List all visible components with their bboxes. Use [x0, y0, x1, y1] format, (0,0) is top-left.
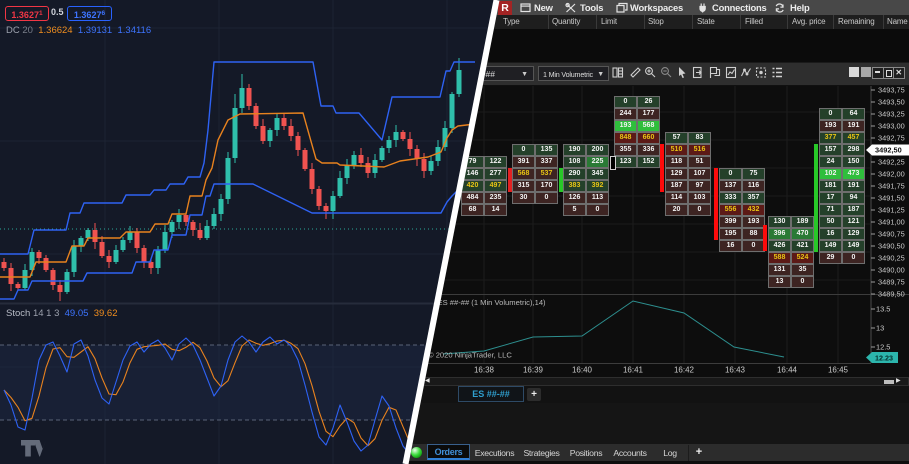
svg-text:16:41: 16:41 [623, 366, 644, 375]
svg-text:3492,50: 3492,50 [875, 146, 902, 155]
svg-text:3493,50: 3493,50 [878, 98, 905, 107]
svg-text:DX|ES ##-## (1 Min Volumetric): DX|ES ##-## (1 Min Volumetric),14) [425, 298, 546, 307]
svg-text:3490,00: 3490,00 [878, 266, 905, 275]
svg-text:16:39: 16:39 [523, 366, 544, 375]
svg-text:© 2020 NinjaTrader, LLC: © 2020 NinjaTrader, LLC [428, 351, 512, 360]
svg-text:16:38: 16:38 [474, 366, 495, 375]
svg-text:3493,00: 3493,00 [878, 122, 905, 131]
svg-text:12.5: 12.5 [876, 343, 890, 352]
svg-text:16:45: 16:45 [828, 366, 849, 375]
svg-text:3491,75: 3491,75 [878, 182, 905, 191]
svg-text:16:43: 16:43 [725, 366, 746, 375]
svg-text:3490,50: 3490,50 [878, 242, 905, 251]
svg-text:3490,25: 3490,25 [878, 254, 905, 263]
svg-text:3490,75: 3490,75 [878, 230, 905, 239]
svg-text:16:42: 16:42 [674, 366, 695, 375]
svg-text:3491,25: 3491,25 [878, 206, 905, 215]
svg-text:3492,75: 3492,75 [878, 134, 905, 143]
svg-text:3492,25: 3492,25 [878, 158, 905, 167]
svg-text:3491,00: 3491,00 [878, 218, 905, 227]
svg-text:12.23: 12.23 [875, 353, 893, 362]
svg-text:3493,75: 3493,75 [878, 86, 905, 95]
svg-text:3489,75: 3489,75 [878, 278, 905, 287]
svg-text:13: 13 [876, 324, 884, 333]
svg-text:13.5: 13.5 [876, 305, 890, 314]
svg-text:3491,50: 3491,50 [878, 194, 905, 203]
svg-text:3493,25: 3493,25 [878, 110, 905, 119]
svg-text:3489,50: 3489,50 [878, 290, 905, 299]
svg-text:16:44: 16:44 [777, 366, 798, 375]
svg-text:3492,00: 3492,00 [878, 170, 905, 179]
svg-text:16:40: 16:40 [572, 366, 593, 375]
